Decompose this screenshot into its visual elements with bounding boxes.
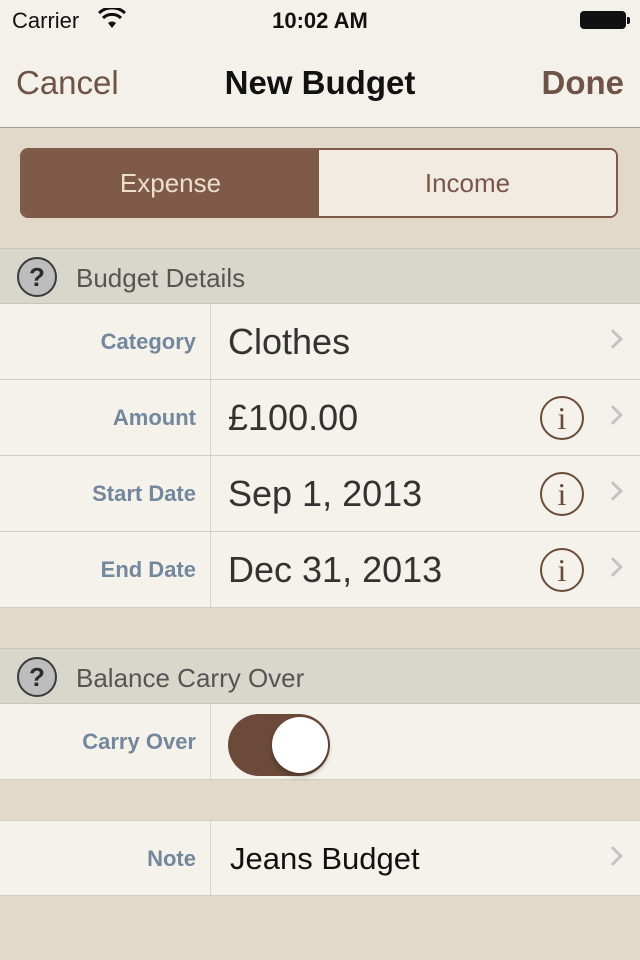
section-header-carry-over: ? Balance Carry Over bbox=[0, 648, 640, 704]
nav-bar: Cancel New Budget Done bbox=[0, 40, 640, 128]
amount-value: £100.00 bbox=[228, 397, 359, 438]
chevron-right-icon bbox=[603, 329, 623, 349]
row-carry-over: Carry Over bbox=[0, 704, 640, 780]
carry-over-toggle[interactable] bbox=[228, 714, 330, 776]
info-icon[interactable]: i bbox=[540, 472, 584, 516]
note-value: Jeans Budget bbox=[230, 841, 420, 876]
chevron-right-icon bbox=[603, 557, 623, 577]
row-label: Category bbox=[100, 329, 196, 354]
row-amount[interactable]: Amount £100.00 i bbox=[0, 380, 640, 456]
start-date-value: Sep 1, 2013 bbox=[228, 473, 423, 514]
divider bbox=[210, 532, 211, 607]
section-title: Balance Carry Over bbox=[76, 663, 305, 693]
help-icon[interactable]: ? bbox=[17, 257, 57, 297]
divider bbox=[210, 821, 211, 895]
row-label: Start Date bbox=[92, 481, 196, 506]
row-category[interactable]: Category Clothes bbox=[0, 304, 640, 380]
info-icon[interactable]: i bbox=[540, 548, 584, 592]
end-date-value: Dec 31, 2013 bbox=[228, 549, 443, 590]
row-end-date[interactable]: End Date Dec 31, 2013 i bbox=[0, 532, 640, 608]
category-value: Clothes bbox=[228, 321, 351, 362]
section-title: Budget Details bbox=[76, 263, 246, 293]
divider bbox=[210, 704, 211, 779]
section-header-budget-details: ? Budget Details bbox=[0, 248, 640, 304]
cancel-button[interactable]: Cancel bbox=[16, 64, 119, 102]
segment-income[interactable]: Income bbox=[319, 150, 616, 216]
done-button[interactable]: Done bbox=[542, 64, 625, 102]
help-icon[interactable]: ? bbox=[17, 657, 57, 697]
row-label: End Date bbox=[100, 557, 196, 582]
divider bbox=[210, 380, 211, 455]
battery-icon bbox=[580, 11, 630, 29]
chevron-right-icon bbox=[603, 481, 623, 501]
row-label: Note bbox=[147, 846, 196, 871]
toggle-knob bbox=[272, 717, 328, 773]
segment-expense[interactable]: Expense bbox=[22, 150, 319, 216]
divider bbox=[210, 456, 211, 531]
row-label: Carry Over bbox=[82, 729, 196, 754]
chevron-right-icon bbox=[603, 846, 623, 866]
row-label: Amount bbox=[112, 405, 196, 430]
row-start-date[interactable]: Start Date Sep 1, 2013 i bbox=[0, 456, 640, 532]
info-icon[interactable]: i bbox=[540, 396, 584, 440]
type-segmented-control: Expense Income bbox=[20, 148, 618, 218]
chevron-right-icon bbox=[603, 405, 623, 425]
divider bbox=[210, 304, 211, 379]
status-bar: Carrier 10:02 AM bbox=[0, 0, 640, 40]
clock: 10:02 AM bbox=[272, 8, 368, 33]
row-note[interactable]: Note Jeans Budget bbox=[0, 820, 640, 896]
